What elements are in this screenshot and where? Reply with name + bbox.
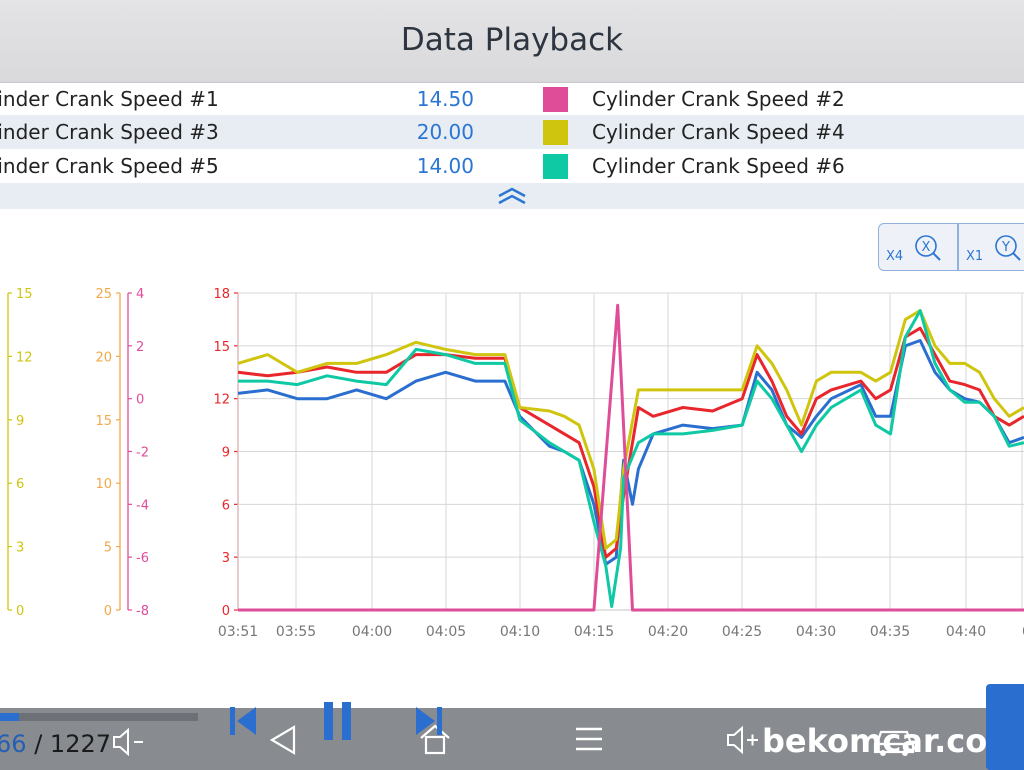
- legend-value: 14.50: [416, 87, 474, 111]
- volume-up-icon[interactable]: [726, 724, 762, 756]
- y-tick-label: 15: [16, 287, 33, 302]
- color-swatch: [543, 87, 568, 112]
- frame-separator: /: [34, 730, 43, 758]
- y-tick-label: 3: [16, 541, 24, 556]
- skip-previous-icon[interactable]: [228, 704, 258, 738]
- x-tick-label: 03:51: [218, 624, 258, 640]
- y-tick-label: -4: [136, 498, 149, 513]
- legend-label: Cylinder Crank Speed #5: [0, 154, 219, 178]
- x-tick-label: 04:05: [426, 624, 466, 640]
- y-tick-label: 0: [222, 604, 230, 619]
- legend-value: 14.00: [416, 154, 474, 178]
- x-tick-label: 04:15: [574, 624, 614, 640]
- y-tick-label: -2: [136, 446, 149, 461]
- line-chart[interactable]: 036912150510152025-8-6-4-20240369121518 …: [0, 280, 1024, 650]
- y-tick-label: 6: [222, 498, 230, 513]
- page-title: Data Playback: [400, 22, 624, 58]
- y-tick-label: 12: [16, 350, 33, 365]
- legend-value: 20.00: [416, 120, 474, 144]
- y-tick-label: 3: [222, 551, 230, 566]
- y-tick-label: 12: [213, 393, 230, 408]
- legend-row[interactable]: Cylinder Crank Speed #1 14.50 Cylinder C…: [0, 82, 1024, 116]
- x-tick-label: 03:55: [276, 624, 316, 640]
- zoom-y-label: X1: [966, 249, 984, 264]
- legend-label: Cylinder Crank Speed #6: [592, 154, 845, 178]
- y-tick-label: 10: [95, 477, 112, 492]
- watermark: bekomcar.com: [762, 722, 1021, 760]
- zoom-x-label: X4: [886, 249, 904, 264]
- legend-label: Cylinder Crank Speed #2: [592, 87, 845, 111]
- y-tick-label: 5: [104, 541, 112, 556]
- y-tick-label: 6: [16, 477, 24, 492]
- pause-icon[interactable]: [322, 700, 354, 742]
- y-tick-label: 2: [136, 340, 144, 355]
- menu-icon[interactable]: [574, 724, 604, 754]
- skip-next-icon[interactable]: [414, 704, 444, 738]
- chevrons-up-icon[interactable]: [497, 187, 527, 205]
- x-tick-label: 04:25: [722, 624, 762, 640]
- title-bar: Data Playback: [0, 0, 1024, 83]
- x-tick-label: 04:40: [946, 624, 986, 640]
- x-tick-label: 04:30: [796, 624, 836, 640]
- y-tick-label: -6: [136, 551, 149, 566]
- legend-label: Cylinder Crank Speed #1: [0, 87, 219, 111]
- color-swatch: [543, 120, 568, 145]
- frame-counter: 66 / 1227: [0, 730, 111, 758]
- zoom-x-button[interactable]: X4 X: [878, 223, 958, 271]
- y-tick-label: 0: [136, 393, 144, 408]
- color-swatch: [543, 154, 568, 179]
- progress-track[interactable]: [0, 713, 198, 721]
- x-tick-label: 04:35: [870, 624, 910, 640]
- total-frames: 1227: [49, 730, 111, 758]
- legend-collapse-bar[interactable]: [0, 183, 1024, 209]
- y-tick-label: -8: [136, 604, 149, 619]
- zoom-y-glyph: Y: [1001, 240, 1010, 255]
- x-tick-label: 04:00: [352, 624, 392, 640]
- y-tick-label: 0: [104, 604, 112, 619]
- legend-label: Cylinder Crank Speed #4: [592, 120, 845, 144]
- side-action-button[interactable]: [986, 684, 1024, 770]
- current-frame: 66: [0, 730, 27, 758]
- zoom-y-button[interactable]: X1 Y: [958, 223, 1024, 271]
- legend-row[interactable]: Cylinder Crank Speed #3 20.00 Cylinder C…: [0, 115, 1024, 149]
- y-tick-label: 9: [222, 446, 230, 461]
- zoom-x-glyph: X: [922, 240, 931, 255]
- y-tick-label: 15: [95, 414, 112, 429]
- zoom-x-icon: X: [915, 235, 941, 261]
- x-tick-label: 04:20: [648, 624, 688, 640]
- back-triangle-icon[interactable]: [268, 724, 298, 756]
- legend-label: Cylinder Crank Speed #3: [0, 120, 219, 144]
- zoom-y-icon: Y: [995, 235, 1021, 261]
- y-tick-label: 15: [213, 340, 230, 355]
- y-tick-label: 25: [95, 287, 112, 302]
- x-tick-label: 04:10: [500, 624, 540, 640]
- y-tick-label: 20: [95, 350, 112, 365]
- y-tick-label: 9: [16, 414, 24, 429]
- progress-fill: [0, 713, 19, 721]
- legend-row[interactable]: Cylinder Crank Speed #5 14.00 Cylinder C…: [0, 149, 1024, 183]
- playback-bar: 66 / 1227 bekomcar.com: [0, 702, 1024, 770]
- volume-down-icon[interactable]: [112, 726, 146, 758]
- y-tick-label: 18: [213, 287, 230, 302]
- y-tick-label: 0: [16, 604, 24, 619]
- y-tick-label: 4: [136, 287, 144, 302]
